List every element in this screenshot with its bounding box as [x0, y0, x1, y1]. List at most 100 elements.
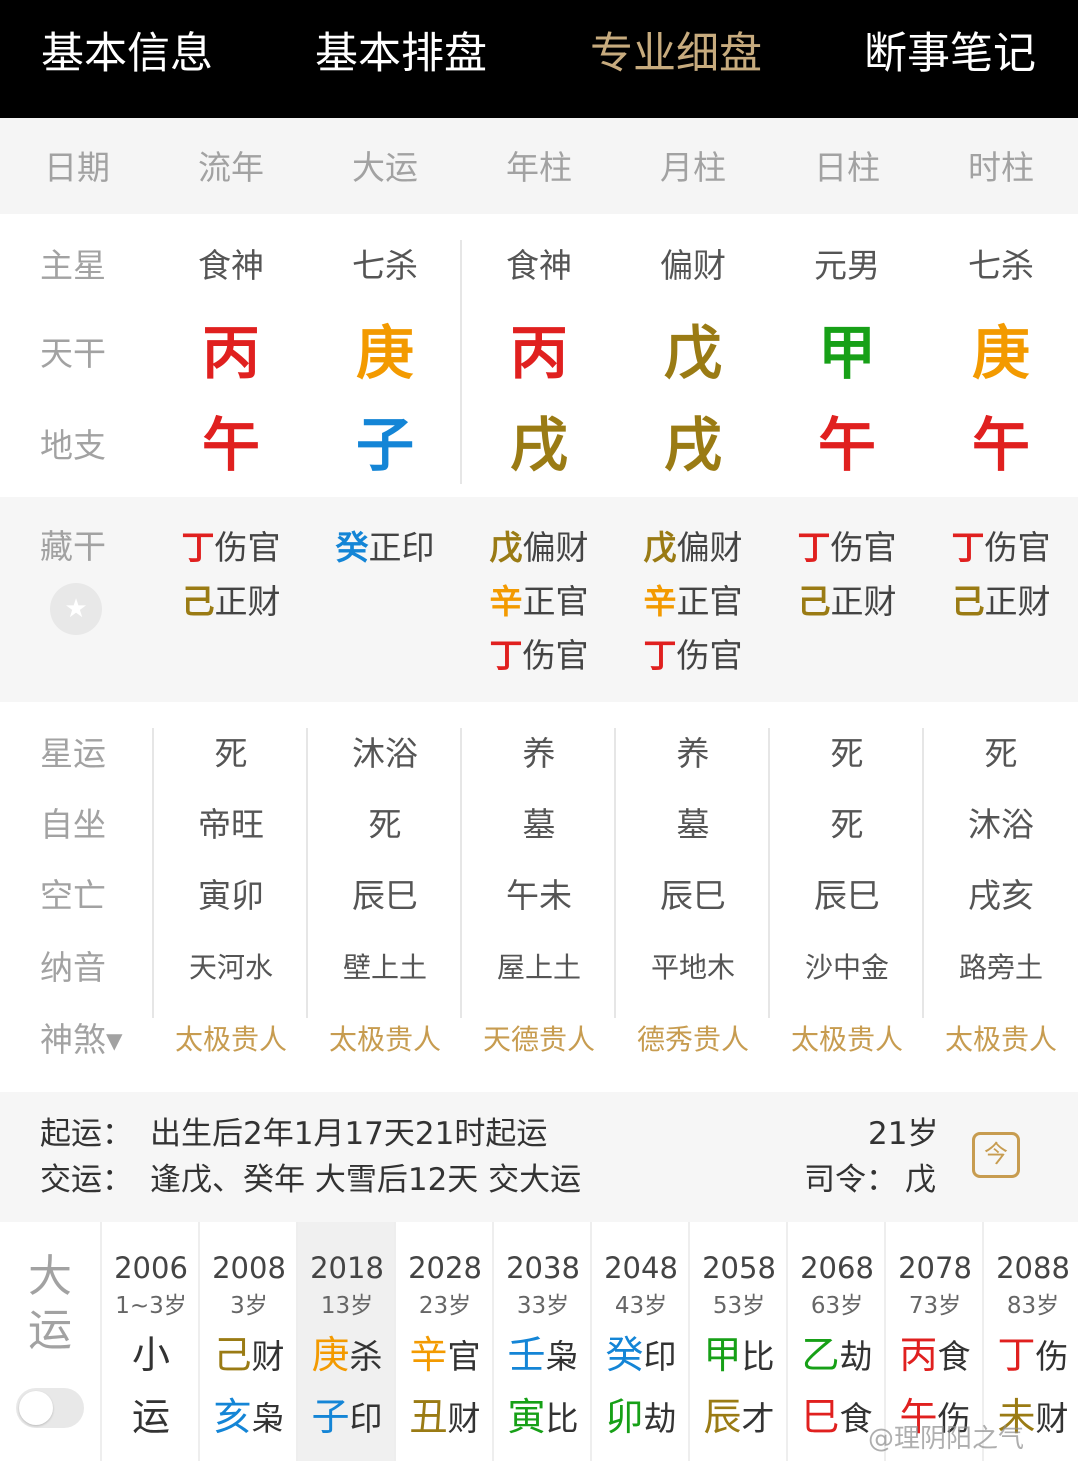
earthly-branch: 戌 — [509, 411, 568, 479]
shensha-item[interactable]: 天德贵人 — [462, 1018, 616, 1062]
tab-notes[interactable]: 断事笔记 — [820, 24, 1078, 84]
tab-basic-chart[interactable]: 基本排盘 — [271, 24, 531, 84]
dayun-ganzhi: 癸印 — [592, 1328, 690, 1384]
toggle-knob — [19, 1391, 53, 1425]
star-fortune: 死 — [984, 734, 1018, 773]
dayun-age: 13岁 — [320, 1293, 374, 1319]
shensha-item[interactable]: 德秀贵人 — [616, 1018, 770, 1062]
dayun-tengod: 杀 — [349, 1337, 383, 1376]
dayun-ganzhi: 乙劫 — [788, 1328, 886, 1384]
pillars-section: 主星 天干 地支 食神 七杀 食神 偏财 元男 七杀 丙 庚 丙 戊 甲 庚 午 子 戌 戌 午 午 — [0, 214, 1078, 497]
dayun-column[interactable]: 2058 53岁 甲比 辰才 — [688, 1222, 786, 1461]
siling-value: 戊 — [905, 1162, 936, 1198]
dayun-ganzhi: 运 — [102, 1390, 200, 1444]
hidden-stem-char: 戊 — [643, 528, 677, 567]
shensha-item[interactable]: 太极贵人 — [154, 1018, 308, 1062]
self-seat: 墓 — [676, 805, 710, 844]
self-seat: 沐浴 — [968, 805, 1034, 844]
dayun-tengod: 印 — [643, 1337, 677, 1376]
tab-basic-info[interactable]: 基本信息 — [0, 24, 257, 84]
self-seat: 帝旺 — [198, 805, 264, 844]
dayun-ganzhi: 卯劫 — [592, 1390, 690, 1446]
shensha-item[interactable]: 太极贵人 — [308, 1018, 462, 1062]
heavenly-stem: 丙 — [509, 319, 568, 387]
qiyun-label: 起运： — [40, 1116, 133, 1152]
main-star: 七杀 — [968, 246, 1034, 285]
void: 辰巳 — [660, 876, 726, 915]
col-header-month: 月柱 — [660, 148, 726, 187]
star-fortune: 养 — [522, 734, 556, 773]
label-shensha[interactable]: 神煞▾ — [40, 1018, 123, 1062]
dayun-column[interactable]: 2018 13岁 庚杀 子印 — [296, 1222, 394, 1461]
void: 寅卯 — [198, 876, 264, 915]
self-seat: 死 — [830, 805, 864, 844]
dayun-tengod: 枭 — [251, 1399, 285, 1438]
hidden-stem-tenGod: 伤官 — [214, 528, 281, 567]
dayun-age: 33岁 — [516, 1293, 570, 1319]
hidden-stem-item: 辛正官 — [462, 575, 616, 629]
dayun-char: 壬 — [507, 1333, 546, 1377]
nayin: 路旁土 — [958, 951, 1043, 984]
dayun-column[interactable]: 2048 43岁 癸印 卯劫 — [590, 1222, 688, 1461]
dayun-char: 癸 — [605, 1333, 644, 1377]
dayun-column[interactable]: 2028 23岁 辛官 丑财 — [394, 1222, 492, 1461]
dayun-ganzhi: 辰才 — [690, 1390, 788, 1446]
dayun-char: 寅 — [507, 1395, 546, 1439]
hidden-stem-char: 丁 — [797, 528, 831, 567]
shensha-item[interactable]: 太极贵人 — [924, 1018, 1078, 1062]
dayun-age: 43岁 — [614, 1293, 668, 1319]
tab-pro-chart[interactable]: 专业细盘 — [546, 24, 806, 84]
hidden-stem-char: 丁 — [951, 528, 985, 567]
dayun-tengod: 官 — [447, 1337, 481, 1376]
void: 午未 — [506, 876, 572, 915]
hidden-stem-tenGod: 正财 — [984, 582, 1051, 621]
hidden-stem-tenGod: 正官 — [676, 582, 743, 621]
hidden-stem-char: 辛 — [643, 582, 677, 621]
hidden-stem-tenGod: 伤官 — [830, 528, 897, 567]
dayun-tengod: 比 — [741, 1337, 775, 1376]
nayin: 平地木 — [650, 951, 735, 984]
hidden-stems-section: 藏干 ★ 丁伤官 己正财 癸正印 戊偏财 辛正官 丁伤官 戊偏财 辛正官 丁伤官 丁伤官 己正财 丁伤… — [0, 497, 1078, 702]
dayun-column[interactable]: 2006 1~3岁小运 — [100, 1222, 198, 1461]
dayun-year: 2006 — [114, 1251, 188, 1285]
hidden-stem-char: 丁 — [489, 636, 523, 675]
dayun-age: 53岁 — [712, 1293, 766, 1319]
hidden-stem-item: 己正财 — [770, 575, 924, 629]
dayun-year: 2018 — [310, 1251, 384, 1285]
dayun-year: 2038 — [506, 1251, 580, 1285]
dayun-year: 2028 — [408, 1251, 482, 1285]
shensha-item[interactable]: 太极贵人 — [770, 1018, 924, 1062]
hidden-stem-item: 戊偏财 — [462, 521, 616, 575]
dayun-column[interactable]: 2008 3岁 己财 亥枭 — [198, 1222, 296, 1461]
dayun-tengod: 食 — [937, 1337, 971, 1376]
dayun-label: 大运 — [28, 1251, 72, 1356]
hidden-stem-tenGod: 伤官 — [984, 528, 1051, 567]
hidden-stem-char: 己 — [797, 582, 831, 621]
hidden-stem-char: 丁 — [181, 528, 215, 567]
dayun-char: 己 — [213, 1333, 252, 1377]
dayun-char: 丑 — [409, 1395, 448, 1439]
hidden-stem-column: 戊偏财 辛正官 丁伤官 — [616, 521, 770, 683]
details-section: 星运 自坐 空亡 纳音 神煞▾ 死沐浴养养死死 帝旺死墓墓死沐浴 寅卯 辰巳 午未辰… — [0, 702, 1078, 1092]
calendar-icon[interactable]: 今 — [972, 1132, 1020, 1178]
dayun-column[interactable]: 2038 33岁 壬枭 寅比 — [492, 1222, 590, 1461]
col-header-hour: 时柱 — [968, 148, 1034, 187]
dayun-ganzhi: 己财 — [200, 1328, 298, 1384]
dayun-toggle[interactable] — [16, 1388, 84, 1428]
top-tab-bar: 基本信息 基本排盘 专业细盘 断事笔记 — [0, 0, 1078, 118]
col-header-day: 日柱 — [814, 148, 880, 187]
pin-icon[interactable]: ★ — [50, 583, 102, 635]
siling-label: 司令： — [804, 1162, 897, 1198]
dayun-year: 2008 — [212, 1251, 286, 1285]
dayun-char: 辛 — [409, 1333, 448, 1377]
heavenly-stem: 庚 — [971, 319, 1030, 387]
dayun-tengod: 劫 — [839, 1337, 873, 1376]
hidden-stem-item: 己正财 — [154, 575, 308, 629]
hidden-stem-item: 丁伤官 — [924, 521, 1078, 575]
void: 戌亥 — [968, 876, 1034, 915]
dayun-char: 运 — [131, 1395, 170, 1439]
star-fortune: 沐浴 — [352, 734, 418, 773]
heavenly-stem: 戊 — [663, 319, 722, 387]
dayun-age: 83岁 — [1006, 1293, 1060, 1319]
dayun-char: 丙 — [899, 1333, 938, 1377]
